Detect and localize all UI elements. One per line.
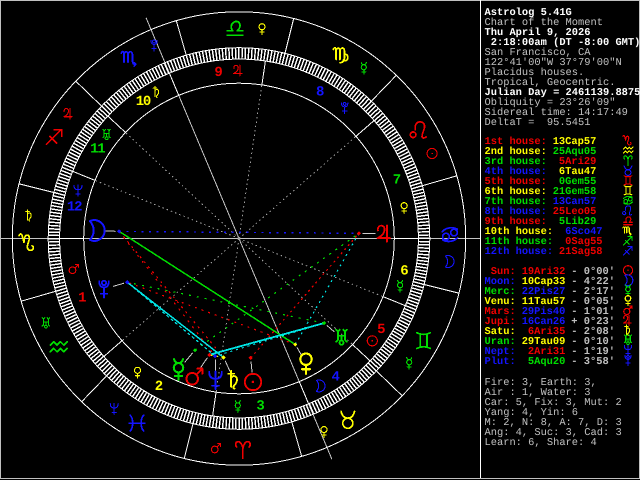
svg-text:Plut:: Plut: — [485, 356, 516, 368]
svg-text:8: 8 — [316, 84, 324, 100]
svg-text:11: 11 — [90, 141, 105, 157]
svg-text:12th house:: 12th house: — [485, 246, 554, 258]
svg-text:6: 6 — [400, 264, 408, 280]
svg-text:5: 5 — [377, 322, 385, 338]
svg-text:9: 9 — [214, 65, 222, 81]
svg-text:1: 1 — [78, 291, 86, 307]
svg-text:4: 4 — [331, 370, 339, 386]
svg-text:21Sag58: 21Sag58 — [559, 246, 603, 258]
svg-text:12: 12 — [67, 200, 82, 216]
svg-text:DeltaT = 95.5451: DeltaT = 95.5451 — [485, 117, 591, 129]
svg-text:5Aqu20: 5Aqu20 — [522, 356, 566, 368]
svg-text:2: 2 — [155, 379, 163, 395]
svg-text:- 3°58': - 3°58' — [571, 356, 615, 368]
svg-text:7: 7 — [393, 173, 401, 189]
svg-text:10: 10 — [136, 94, 151, 110]
svg-text:3: 3 — [256, 398, 264, 414]
svg-text:Learn: 6, Share: 4: Learn: 6, Share: 4 — [485, 437, 597, 449]
